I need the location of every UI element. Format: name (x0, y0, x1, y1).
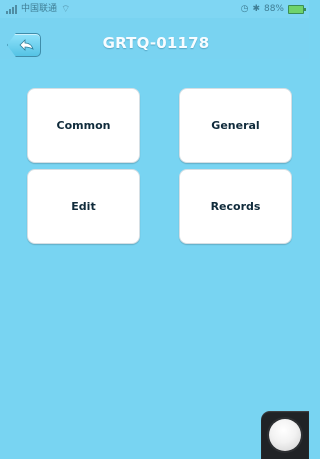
carrier-name: 中国联通 (21, 4, 58, 14)
common-label: Common (56, 119, 111, 132)
common-button[interactable]: Common (27, 88, 140, 163)
status-right: ◷ ✱ 88% (240, 0, 306, 18)
battery-icon (288, 4, 306, 14)
status-bar: 中国联通 ⌔ ◷ ✱ 88% (0, 0, 309, 18)
signal-bars-icon (6, 4, 17, 14)
assistive-touch-icon (269, 419, 301, 451)
edit-button[interactable]: Edit (27, 169, 140, 244)
back-arrow-icon (19, 39, 34, 51)
general-label: General (211, 119, 260, 132)
status-left: 中国联通 ⌔ (6, 0, 73, 18)
records-label: Records (210, 200, 261, 213)
back-button[interactable] (7, 33, 41, 57)
battery-percentage: 88% (263, 4, 284, 14)
general-button[interactable]: General (179, 88, 292, 163)
bluetooth-icon: ✱ (252, 4, 260, 14)
records-button[interactable]: Records (179, 169, 292, 244)
wifi-icon: ⌔ (61, 3, 71, 15)
clock-icon: ◷ (240, 4, 249, 14)
page-title: GRTQ-01178 (102, 34, 210, 52)
edit-label: Edit (71, 200, 96, 213)
assistive-touch-button[interactable] (261, 411, 309, 459)
navigation-bar: GRTQ-01178 (0, 18, 309, 59)
